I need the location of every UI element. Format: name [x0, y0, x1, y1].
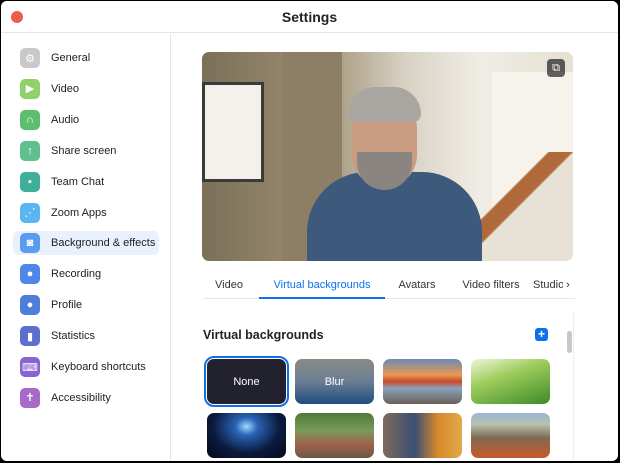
sidebar-item-share-screen[interactable]: ↑ Share screen: [13, 139, 159, 163]
sidebar-item-recording[interactable]: ● Recording: [13, 262, 159, 286]
sidebar-item-statistics[interactable]: ▮ Statistics: [13, 324, 159, 348]
video-preview: ⧉: [202, 52, 573, 261]
virtual-backgrounds-panel: Virtual backgrounds + None Blur: [191, 311, 576, 461]
person-hair: [348, 87, 421, 122]
settings-window: Settings ⚙ General ▶ Video ∩ Audio ↑ Share scre…: [1, 1, 618, 461]
background-option[interactable]: None: [204, 356, 289, 407]
section-title: Virtual backgrounds: [203, 328, 324, 342]
background-option[interactable]: Blur: [295, 359, 374, 404]
sidebar-item-video[interactable]: ▶ Video: [13, 77, 159, 101]
tab-virtual-backgrounds[interactable]: Virtual backgrounds: [259, 275, 385, 299]
sidebar-item-label: Keyboard shortcuts: [51, 361, 146, 373]
sidebar-item-label: Background & effects: [51, 237, 156, 250]
sidebar-item-label: Share screen: [51, 144, 117, 157]
scrollbar-track[interactable]: [573, 311, 574, 461]
sidebar-item-audio[interactable]: ∩ Audio: [13, 108, 159, 132]
tab-studio[interactable]: Studio: [533, 275, 563, 299]
background-option[interactable]: [471, 359, 550, 404]
bar-chart-icon: ▮: [20, 326, 40, 347]
background-option[interactable]: [383, 413, 462, 458]
sidebar-item-team-chat[interactable]: ▪ Team Chat: [13, 170, 159, 194]
gear-icon: ⚙: [20, 48, 40, 68]
mirror-video-icon[interactable]: ⧉: [547, 59, 565, 77]
background-option[interactable]: [383, 359, 462, 404]
sidebar-item-general[interactable]: ⚙ General: [13, 46, 159, 70]
title-bar: Settings: [1, 1, 618, 33]
sidebar-item-accessibility[interactable]: ✝ Accessibility: [13, 386, 159, 410]
wall-chart: [202, 82, 264, 182]
sidebar-item-label: Accessibility: [51, 391, 111, 404]
sidebar-item-label: Video: [51, 82, 79, 95]
background-option[interactable]: [471, 413, 550, 458]
background-label: None: [233, 375, 260, 388]
background-option[interactable]: [295, 413, 374, 458]
sidebar-item-label: Audio: [51, 113, 80, 126]
tab-video[interactable]: Video: [203, 275, 255, 299]
sidebar-item-label: General: [51, 52, 91, 64]
sidebar-item-background-effects[interactable]: ◙ Background & effects: [13, 231, 159, 256]
background-label: Blur: [324, 375, 345, 388]
sidebar-item-keyboard-shortcuts[interactable]: ⌨ Keyboard shortcuts: [13, 355, 159, 379]
sidebar-item-label: Statistics: [51, 330, 96, 343]
sidebar-item-zoom-apps[interactable]: ⋰ Zoom Apps: [13, 201, 159, 225]
chat-bubbles-icon: ▪: [20, 171, 40, 192]
tab-video-filters[interactable]: Video filters: [449, 275, 533, 299]
sidebar-item-label: Recording: [51, 268, 102, 281]
sidebar-item-profile[interactable]: ● Profile: [13, 293, 159, 317]
accessibility-icon: ✝: [20, 387, 40, 408]
share-screen-icon: ↑: [20, 140, 40, 161]
video-camera-icon: ▶: [20, 78, 40, 99]
sidebar-item-label: Profile: [51, 299, 83, 312]
tab-avatars[interactable]: Avatars: [385, 275, 449, 299]
record-icon: ●: [20, 264, 40, 285]
background-option[interactable]: [207, 413, 286, 458]
window-title: Settings: [281, 9, 338, 25]
scrollbar-thumb[interactable]: [567, 331, 572, 353]
sidebar-item-label: Team Chat: [51, 175, 105, 188]
headphones-icon: ∩: [20, 109, 40, 130]
sidebar-item-label: Zoom Apps: [51, 206, 107, 219]
apps-icon: ⋰: [20, 202, 40, 223]
plus-icon[interactable]: +: [535, 328, 548, 341]
person-icon: ●: [20, 295, 40, 316]
sidebar: ⚙ General ▶ Video ∩ Audio ↑ Share screen ▪ Team C…: [1, 34, 171, 461]
tab-bar: Video Virtual backgrounds Avatars Video …: [203, 275, 575, 299]
keyboard-icon: ⌨: [20, 357, 40, 377]
background-portrait-icon: ◙: [20, 233, 40, 254]
chevron-right-icon[interactable]: ›: [563, 275, 573, 299]
